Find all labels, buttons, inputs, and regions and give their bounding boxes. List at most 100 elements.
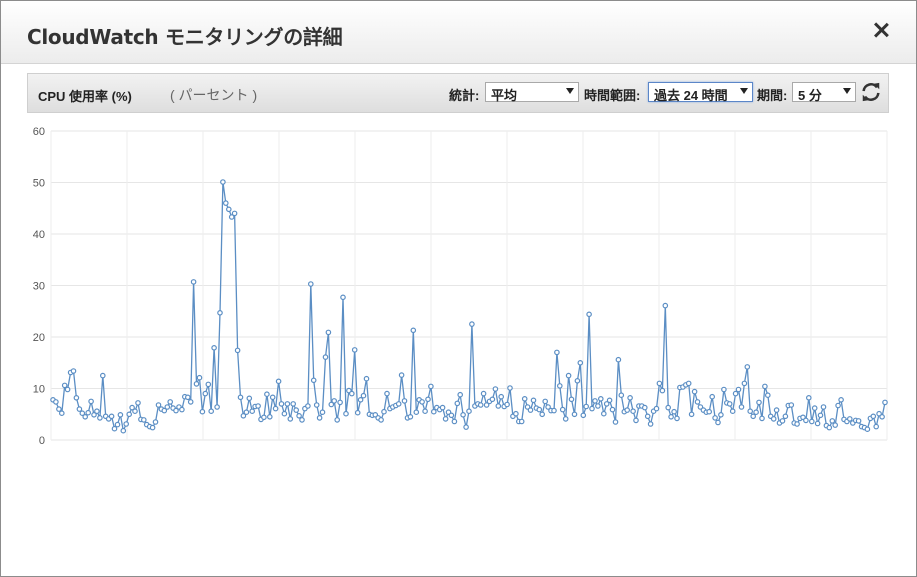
data-point [255,403,261,409]
data-point [64,386,71,393]
cpu-series-line [52,181,886,433]
data-point [551,407,557,414]
data-point [817,412,824,419]
data-point [348,390,355,397]
data-point [334,417,341,423]
data-point [641,404,648,411]
data-point [451,418,458,425]
data-point [659,387,666,394]
data-point [735,386,742,393]
monitoring-dialog: CloudWatch モニタリングの詳細 CPU 使用率 (%) ( パーセント… [0,0,917,577]
data-point [759,415,765,422]
data-point [395,401,402,407]
data-point [633,417,639,424]
data-point [123,421,130,427]
data-point [794,421,800,427]
data-point [846,416,853,422]
metric-unit: ( パーセント ) [170,87,258,103]
y-tick-label: 60 [33,126,45,138]
data-point [618,392,625,399]
chevron-down-icon [843,88,851,94]
data-point [750,413,757,420]
data-point [609,406,616,413]
chart-toolbar: CPU 使用率 (%) ( パーセント ) 統計: 平均 時間範囲: 過去 24… [27,73,889,113]
data-point [343,410,349,417]
data-point [469,321,475,327]
data-point [600,410,607,417]
chevron-down-icon [740,88,748,94]
data-point [562,416,569,422]
data-point [220,179,226,185]
data-point [310,377,317,384]
data-point [211,345,217,351]
data-point [278,401,285,407]
time-range-value: 過去 24 時間 [654,88,728,103]
time-range-label: 時間範囲: [584,88,641,103]
data-point [246,395,253,402]
data-point [782,413,789,420]
data-point [325,329,332,336]
data-point [61,382,68,389]
data-point [439,404,446,411]
data-point [747,408,754,415]
data-point [296,412,302,419]
data-point [319,409,326,416]
data-point [630,408,636,415]
chevron-down-icon [566,88,574,94]
data-point [808,418,815,425]
dialog-header: CloudWatch モニタリングの詳細 [1,1,916,64]
data-point [527,407,534,413]
data-point [167,399,174,405]
data-point [249,408,256,415]
data-point [85,409,92,416]
data-point [413,409,420,416]
data-point [574,378,581,384]
data-point [208,408,215,415]
data-point [662,302,669,309]
data-point [88,398,94,405]
data-point [580,412,587,419]
data-point [694,399,701,405]
data-point [214,404,220,410]
refresh-icon[interactable] [860,81,882,103]
statistic-select[interactable]: 平均 [485,82,579,103]
data-point [870,413,877,420]
data-point [422,408,428,415]
data-point [141,417,147,423]
data-point [586,311,592,318]
data-point [770,416,777,422]
data-point [114,421,121,428]
data-point [58,410,65,417]
data-point [718,411,724,418]
period-select[interactable]: 5 分 [792,82,856,103]
close-icon[interactable] [872,21,890,39]
data-point [744,364,751,370]
data-point [267,413,273,420]
data-point [305,403,311,409]
data-point [480,390,487,397]
data-point [732,390,739,397]
data-point [261,414,267,421]
dialog-title: CloudWatch モニタリングの詳細 [27,25,343,49]
data-point [721,386,727,393]
data-point [665,404,672,411]
data-point [779,418,786,424]
data-point [762,383,768,390]
data-point [729,408,736,415]
data-point [855,418,862,424]
data-point [199,408,206,415]
time-range-select[interactable]: 過去 24 時間 [648,82,753,103]
data-point [82,413,89,420]
data-point [360,392,367,399]
data-point [803,417,809,424]
data-point [53,399,59,405]
data-point [193,381,200,387]
data-point [457,391,464,398]
data-point [290,401,297,407]
data-point [583,403,590,410]
data-point [425,396,431,403]
data-point [281,410,288,417]
data-point [463,424,469,430]
data-point [653,405,660,412]
data-point [814,420,821,427]
